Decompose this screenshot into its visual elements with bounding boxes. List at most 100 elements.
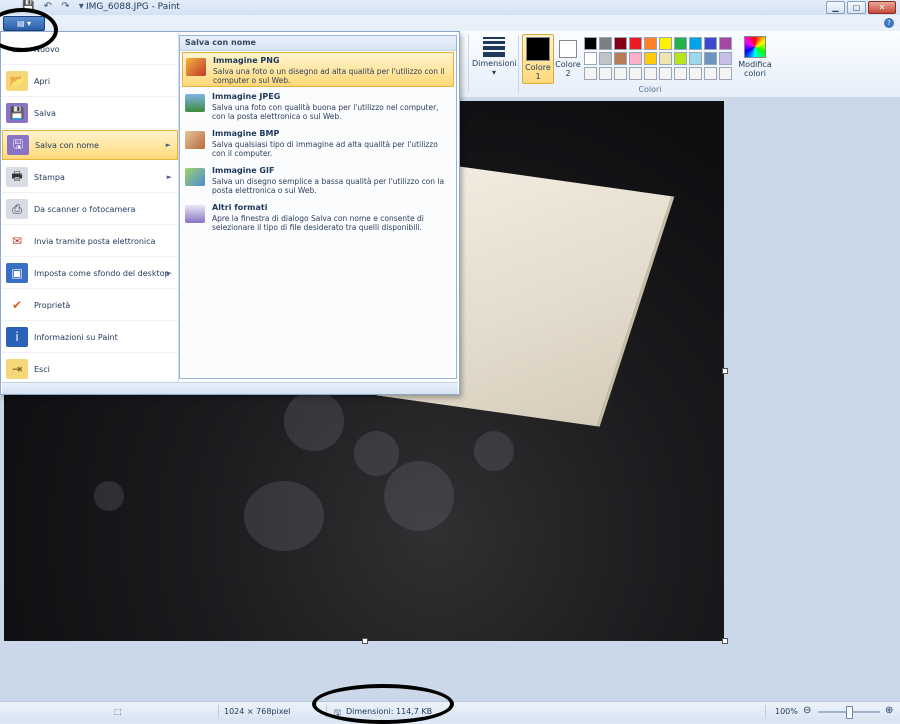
zoom-level: 100% [775,707,798,716]
palette-swatch[interactable] [614,37,627,50]
bmp-image-icon [185,131,205,149]
redo-icon[interactable]: ↷ [61,1,69,12]
palette-swatch[interactable] [719,37,732,50]
save-as-icon: 🖫 [7,135,29,155]
palette-swatch[interactable] [614,67,627,80]
window-controls: ▁ ▢ ✕ [826,1,896,14]
palette-swatch[interactable] [674,52,687,65]
maximize-button[interactable]: ▢ [847,1,866,14]
palette-swatch[interactable] [614,52,627,65]
save-as-option-description: Salva una foto con qualità buona per l'u… [212,103,439,121]
palette-swatch[interactable] [719,67,732,80]
file-menu-item[interactable]: ⇥ Esci [2,354,178,385]
zoom-in-icon[interactable]: ⊕ [885,705,893,716]
palette-swatch[interactable] [689,37,702,50]
save-as-option[interactable]: Immagine GIF Salva un disegno semplice a … [182,163,454,198]
submenu-header: Salva con nome [180,36,456,51]
file-menu: ▭ Nuovo 📂 Apri 💾 Salva 🖫 Salva con nome ► 🖶 Stampa… [0,31,460,395]
file-menu-item-label: Stampa [34,172,65,182]
file-size-icon: 🖫 [334,708,341,717]
palette-swatch[interactable] [689,67,702,80]
file-menu-item[interactable]: 🖫 Salva con nome ► [2,130,178,160]
new-file-icon: ▭ [6,39,28,59]
color-wheel-icon [744,36,766,58]
palette-swatch[interactable] [629,52,642,65]
file-menu-item-label: Imposta come sfondo del desktop [34,268,170,278]
palette-swatch[interactable] [644,67,657,80]
close-button[interactable]: ✕ [868,1,896,14]
save-icon[interactable]: 💾 [22,1,34,12]
palette-swatch[interactable] [689,52,702,65]
save-as-option-description: Salva una foto o un disegno ad alta qual… [213,67,445,85]
save-as-option[interactable]: Immagine JPEG Salva una foto con qualità … [182,89,454,124]
palette-swatch[interactable] [704,52,717,65]
help-icon[interactable]: ? [884,18,894,28]
save-as-option-title: Immagine JPEG [212,92,281,101]
zoom-slider-thumb[interactable] [846,706,853,719]
colors-group-label: Colori [638,85,662,94]
quick-access-dropdown-icon[interactable]: ▾ [79,1,84,12]
undo-icon[interactable]: ↶ [44,1,52,12]
dimensions-label: Dimensioni [472,59,517,68]
file-menu-item[interactable]: ✔ Proprietà [2,290,178,321]
window-title: IMG_6088.JPG - Paint [86,2,180,12]
color1-button[interactable]: Colore 1 [522,34,554,84]
file-menu-item[interactable]: ▣ Imposta come sfondo del desktop ► [2,258,178,289]
edit-colors-label: Modifica colori [738,60,772,78]
file-menu-item[interactable]: 📂 Apri [2,66,178,97]
dimensions-button[interactable]: Dimensioni ▾ [472,34,517,77]
file-menu-item-label: Esci [34,364,50,374]
palette-swatch[interactable] [629,37,642,50]
ribbon-separator [468,35,469,93]
resize-handle[interactable] [362,638,368,644]
open-folder-icon: 📂 [6,71,28,91]
palette-swatch[interactable] [644,52,657,65]
printer-icon: 🖶 [6,167,28,187]
file-menu-item[interactable]: ▭ Nuovo [2,34,178,65]
quick-access-toolbar: 💾 ↶ ↷ ▾ [22,1,90,12]
palette-swatch[interactable] [599,37,612,50]
checkmark-icon: ✔ [11,298,23,312]
save-as-option-title: Altri formati [212,203,268,212]
file-menu-item-label: Da scanner o fotocamera [34,204,136,214]
line-size-icon [483,37,505,57]
color1-swatch [526,37,550,61]
palette-swatch[interactable] [674,67,687,80]
palette-swatch[interactable] [659,67,672,80]
palette-swatch[interactable] [599,67,612,80]
palette-swatch[interactable] [704,67,717,80]
color2-button[interactable]: Colore 2 [554,36,582,80]
palette-swatch[interactable] [659,52,672,65]
resize-handle[interactable] [722,638,728,644]
color2-swatch [559,40,577,58]
palette-swatch[interactable] [629,67,642,80]
file-size-label: Dimensioni: 114,7 KB [346,707,433,716]
save-as-option[interactable]: Altri formati Apre la finestra di dialogo… [182,200,454,235]
palette-swatch[interactable] [719,52,732,65]
file-menu-footer [2,382,458,394]
paint-menu-button[interactable]: ▤ ▾ [3,16,45,31]
palette-swatch[interactable] [674,37,687,50]
palette-swatch[interactable] [584,67,597,80]
scanner-icon: ⎙ [6,199,28,219]
file-menu-item[interactable]: ⎙ Da scanner o fotocamera [2,194,178,225]
palette-swatch[interactable] [584,52,597,65]
exit-icon: ⇥ [6,359,28,379]
resize-handle[interactable] [722,368,728,374]
save-as-option[interactable]: Immagine PNG Salva una foto o un disegno … [182,52,454,87]
file-menu-item[interactable]: 💾 Salva [2,98,178,129]
file-menu-item[interactable]: ✉ Invia tramite posta elettronica [2,226,178,257]
edit-colors-button[interactable]: Modifica colori [738,36,772,78]
file-menu-item[interactable]: 🖶 Stampa ► [2,162,178,193]
palette-swatch[interactable] [584,37,597,50]
palette-swatch[interactable] [644,37,657,50]
minimize-button[interactable]: ▁ [826,1,845,14]
zoom-out-icon[interactable]: ⊖ [803,705,811,716]
file-menu-item[interactable]: i Informazioni su Paint [2,322,178,353]
save-as-option-title: Immagine GIF [212,166,275,175]
palette-swatch[interactable] [704,37,717,50]
palette-swatch[interactable] [599,52,612,65]
palette-swatch[interactable] [659,37,672,50]
save-as-option[interactable]: Immagine BMP Salva qualsiasi tipo di imma… [182,126,454,161]
save-as-submenu: Salva con nome Immagine PNG Salva una fot… [179,35,457,379]
